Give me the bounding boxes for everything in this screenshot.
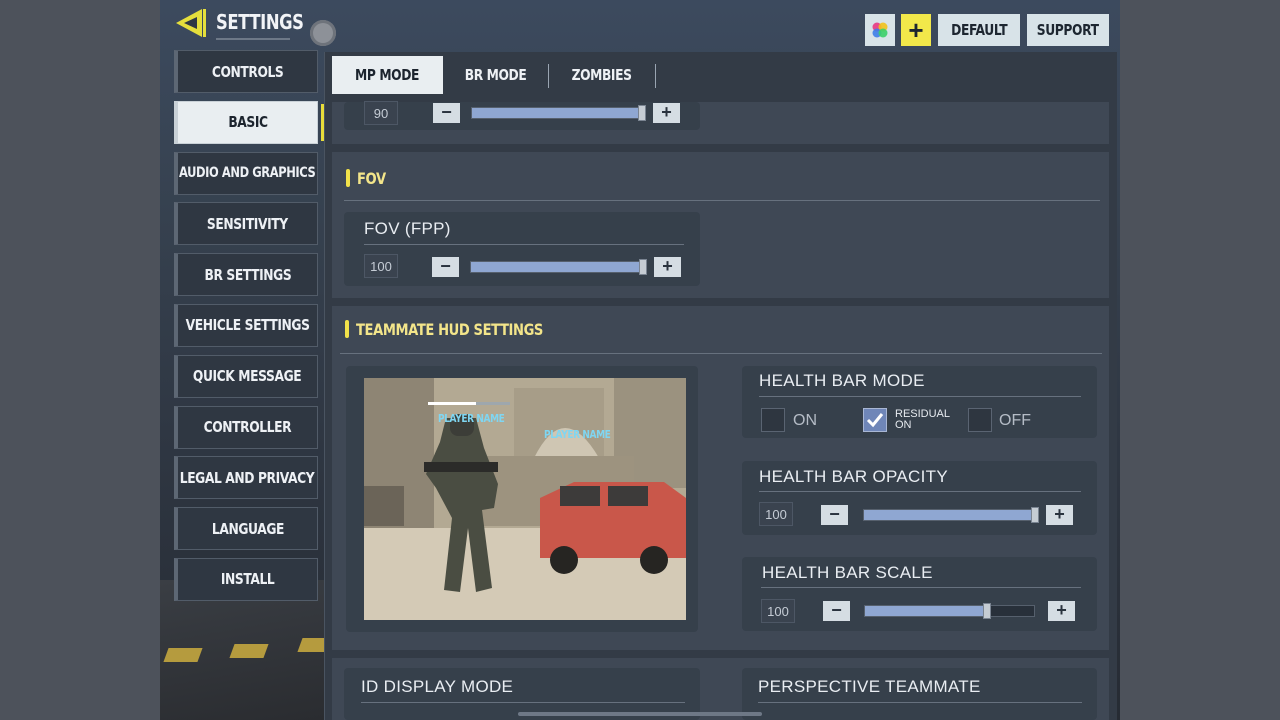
card-divider [758, 702, 1082, 703]
sidebar-item-controls[interactable]: CONTROLS [174, 50, 318, 93]
health-bar-opacity-value: 100 [759, 502, 793, 526]
fov-increase-button[interactable]: + [654, 257, 681, 277]
sidebar-item-sensitivity[interactable]: SENSITIVITY [174, 202, 318, 246]
page-title: SETTINGS [216, 10, 304, 34]
default-button[interactable]: DEFAULT [938, 14, 1020, 46]
right-margin [1120, 0, 1280, 720]
vertical-scroll-indicator[interactable] [518, 712, 762, 716]
card-divider [761, 587, 1081, 588]
card-divider [759, 491, 1081, 492]
profile-circle-icon[interactable] [310, 20, 336, 46]
health-bar-scale-value: 100 [761, 599, 795, 623]
health-bar-off-checkbox[interactable] [968, 408, 992, 432]
sidebar-item-vehicle-settings[interactable]: VEHICLE SETTINGS [174, 303, 318, 347]
add-button[interactable]: + [901, 14, 931, 46]
section-divider [340, 353, 1102, 354]
health-bar-residual-on-label: RESIDUAL ON [895, 408, 951, 431]
checkmark-icon [866, 413, 884, 428]
tab-br-mode[interactable]: BR MODE [443, 56, 549, 94]
plus-icon: + [908, 15, 924, 45]
sidebar-item-label: QUICK MESSAGE [193, 367, 302, 386]
section-marker [346, 169, 350, 187]
support-button[interactable]: SUPPORT [1027, 14, 1109, 46]
teammate-name-tag: PLAYER NAME [544, 428, 611, 441]
sidebar-item-label: SENSITIVITY [207, 214, 288, 233]
color-palette-icon [872, 22, 888, 38]
section-divider [344, 200, 1100, 201]
sidebar-item-install[interactable]: INSTALL [174, 557, 318, 601]
tab-separator [548, 64, 549, 88]
sidebar-item-label: BASIC [227, 113, 268, 132]
mode-tabs: MP MODE BR MODE ZOMBIES [332, 56, 655, 94]
health-bar-on-label: ON [793, 412, 817, 429]
sidebar-item-label: AUDIO AND GRAPHICS [179, 165, 316, 182]
sidebar-item-legal-and-privacy[interactable]: LEGAL AND PRIVACY [174, 456, 318, 500]
health-bar-scale-slider[interactable] [864, 603, 1035, 619]
id-display-mode-label: ID DISPLAY MODE [361, 677, 514, 696]
sidebar-item-label: BR SETTINGS [204, 265, 291, 284]
preview-scene [364, 378, 686, 620]
health-bar-on-checkbox[interactable] [761, 408, 785, 432]
card-divider [361, 702, 685, 703]
previous-setting-slider[interactable] [471, 105, 646, 121]
fov-slider[interactable] [470, 259, 647, 275]
settings-sidebar: CONTROLS BASIC AUDIO AND GRAPHICS SENSIT… [174, 50, 326, 609]
decrease-button[interactable]: − [433, 103, 460, 123]
hud-preview-image: PLAYER NAME PLAYER NAME [364, 378, 686, 620]
section-marker [345, 320, 349, 338]
tab-mp-mode[interactable]: MP MODE [332, 56, 443, 94]
health-bar-residual-on-checkbox[interactable] [863, 408, 887, 432]
teammate-hud-section-title: TEAMMATE HUD SETTINGS [356, 320, 543, 339]
scale-increase-button[interactable]: + [1048, 601, 1075, 621]
opacity-decrease-button[interactable]: − [821, 505, 848, 525]
sidebar-item-label: LEGAL AND PRIVACY [180, 468, 315, 487]
sidebar-item-label: CONTROLLER [203, 418, 292, 437]
sidebar-item-basic[interactable]: BASIC [174, 100, 326, 144]
tab-separator [655, 64, 656, 88]
health-bar-scale-label: HEALTH BAR SCALE [762, 563, 933, 582]
increase-button[interactable]: + [653, 103, 680, 123]
health-bar-opacity-label: HEALTH BAR OPACITY [759, 467, 948, 486]
card-divider [759, 396, 1081, 397]
sidebar-item-label: CONTROLS [211, 62, 284, 81]
slider-value: 90 [364, 101, 398, 125]
fov-decrease-button[interactable]: − [432, 257, 459, 277]
left-margin [0, 0, 160, 720]
health-bar-mode-label: HEALTH BAR MODE [759, 371, 925, 390]
health-bar-off-label: OFF [999, 412, 1031, 429]
sidebar-item-label: INSTALL [220, 570, 275, 589]
fov-value: 100 [364, 254, 398, 278]
sidebar-item-quick-message[interactable]: QUICK MESSAGE [174, 354, 318, 398]
fov-section-title: FOV [357, 169, 386, 188]
opacity-increase-button[interactable]: + [1046, 505, 1073, 525]
perspective-teammate-label: PERSPECTIVE TEAMMATE [758, 677, 981, 696]
card-divider [364, 244, 684, 245]
title-underline [216, 38, 290, 40]
teammate-name-tag: PLAYER NAME [438, 412, 505, 425]
health-bar-opacity-slider[interactable] [863, 507, 1039, 523]
scale-decrease-button[interactable]: − [823, 601, 850, 621]
sidebar-item-label: LANGUAGE [211, 519, 284, 538]
color-palette-button[interactable] [865, 14, 895, 46]
tab-zombies[interactable]: ZOMBIES [549, 56, 655, 94]
sidebar-item-language[interactable]: LANGUAGE [174, 507, 318, 551]
fov-fpp-label: FOV (FPP) [364, 219, 451, 238]
sidebar-item-br-settings[interactable]: BR SETTINGS [174, 253, 318, 297]
sidebar-item-label: VEHICLE SETTINGS [185, 316, 310, 335]
sidebar-item-audio-and-graphics[interactable]: AUDIO AND GRAPHICS [174, 151, 318, 195]
sidebar-item-controller[interactable]: CONTROLLER [174, 405, 318, 449]
back-arrow-icon[interactable] [172, 6, 208, 40]
